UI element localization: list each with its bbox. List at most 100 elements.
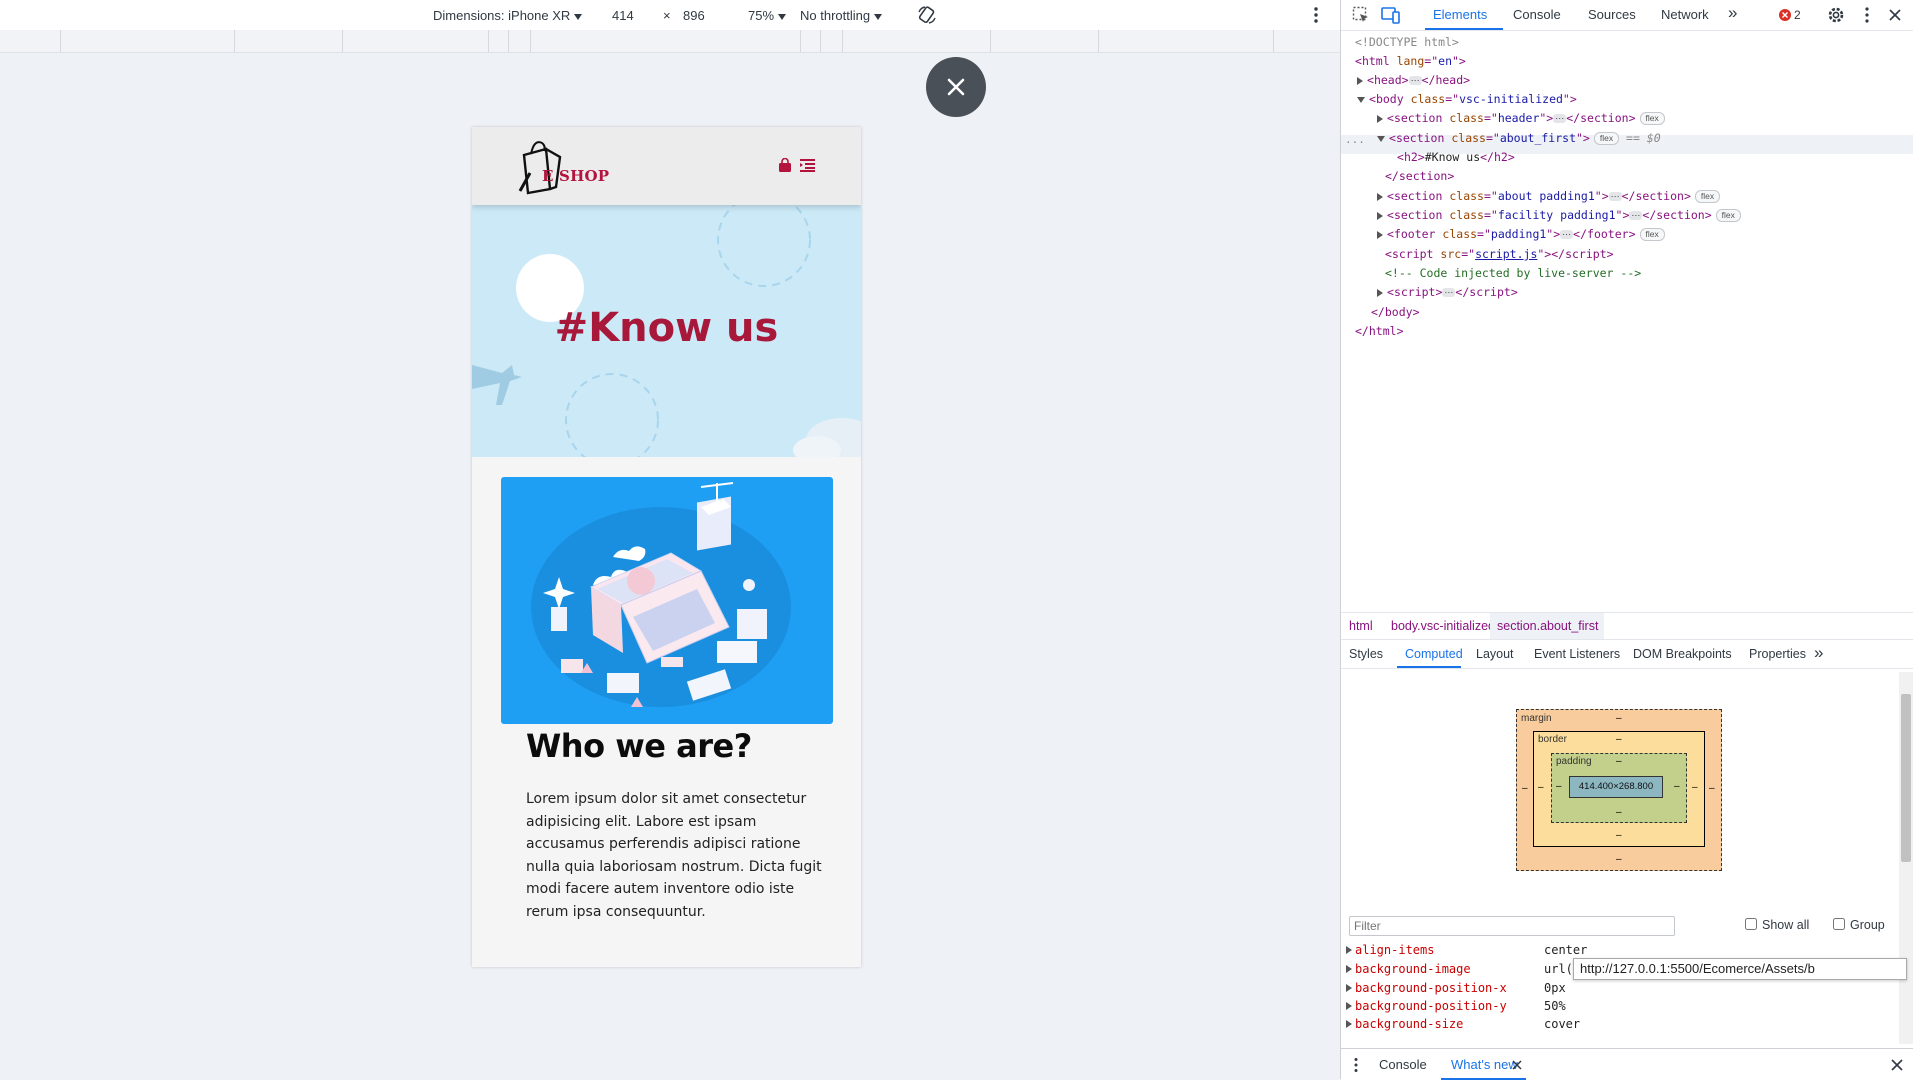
content-size[interactable]: 414.400×268.800 [1569,776,1663,798]
flex-badge[interactable]: flex [1639,228,1665,241]
dom-line-section-about[interactable]: <section class="about padding1"> ··· </sec… [1377,187,1721,207]
dom-line-footer[interactable]: <footer class="padding1"> ··· </footer> fle… [1377,225,1665,245]
script-link[interactable]: script.js [1475,247,1537,261]
flex-badge[interactable]: flex [1639,112,1665,125]
close-tab-icon[interactable] [1512,1060,1522,1070]
tab-properties[interactable]: Properties [1749,647,1806,661]
expand-arrow-icon[interactable] [1377,211,1383,220]
box-margin[interactable]: margin – – – – border – – – – padding – … [1516,709,1722,871]
gear-icon[interactable] [1827,6,1845,24]
expand-arrow-icon[interactable] [1346,1020,1352,1028]
inspect-element-icon[interactable] [1352,6,1370,24]
dimensions-label: Dimensions: iPhone XR [433,8,571,23]
dom-line-body[interactable]: <body class="vsc-initialized"> [1357,90,1577,110]
close-drawer-icon[interactable] [1891,1059,1903,1071]
dom-line-body-close[interactable]: </body> [1371,303,1420,323]
error-icon[interactable] [1779,9,1791,21]
breadcrumb-section[interactable]: section.about_first [1497,619,1598,633]
dom-line-script[interactable]: <script> ··· </script> [1377,283,1518,303]
cart-bag-icon[interactable] [778,158,792,173]
kebab-menu-icon[interactable] [1864,6,1870,24]
collapse-arrow-icon[interactable] [1377,135,1385,142]
media-query-ruler[interactable] [0,30,1340,53]
drawer-tab-whats-new[interactable]: What's new [1451,1057,1518,1072]
scrollbar-thumb[interactable] [1901,694,1911,862]
rotate-icon[interactable] [916,4,938,26]
breadcrumb-body[interactable]: body.vsc-initialized [1391,619,1495,633]
more-tabs-icon[interactable]: » [1728,3,1737,23]
dimensions-dropdown[interactable]: Dimensions: iPhone XR [433,8,583,23]
dom-line-doctype[interactable]: <!DOCTYPE html> [1355,33,1459,53]
dom-line-head[interactable]: <head> ··· </head> [1357,71,1470,91]
expand-arrow-icon[interactable] [1346,946,1352,954]
tab-elements[interactable]: Elements [1433,7,1487,22]
dom-line-h2[interactable]: <h2>#Know us</h2> [1397,148,1515,168]
shopping-bags-logo-icon[interactable] [516,135,566,197]
tab-dom-breakpoints[interactable]: DOM Breakpoints [1633,647,1732,661]
box-border[interactable]: border – – – – padding – – – – 414.400×2… [1533,731,1705,847]
tab-network[interactable]: Network [1661,7,1709,22]
flex-badge[interactable]: flex [1694,190,1721,203]
flex-badge[interactable]: flex [1715,209,1741,222]
height-input[interactable]: 896 [683,8,705,23]
tab-computed[interactable]: Computed [1405,647,1463,661]
flex-badge[interactable]: flex [1593,132,1620,145]
tab-sources[interactable]: Sources [1588,7,1636,22]
device-toggle-icon[interactable] [1381,6,1401,24]
computed-filter-input[interactable] [1349,916,1675,936]
show-all-checkbox[interactable] [1745,918,1757,930]
ellipsis-icon[interactable]: ··· [1408,76,1422,85]
ellipsis-icon[interactable]: ··· [1608,192,1622,201]
expand-arrow-icon[interactable] [1346,965,1352,973]
dom-line-html-close[interactable]: </html> [1355,322,1404,342]
ellipsis-icon[interactable]: ··· [1442,288,1456,297]
border-right-value: – [1692,782,1698,793]
more-subtabs-icon[interactable]: » [1814,643,1823,663]
computed-prop-row[interactable]: background-size cover [1341,1015,1897,1033]
expand-arrow-icon[interactable] [1346,984,1352,992]
tab-layout[interactable]: Layout [1476,647,1514,661]
prop-name: background-image [1355,962,1471,976]
dom-line-section-header[interactable]: <section class="header"> ··· </section> fle… [1377,109,1665,129]
expand-arrow-icon[interactable] [1377,288,1383,297]
dom-line-html[interactable]: <html lang="en"> [1355,52,1466,72]
margin-top-value: – [1616,713,1622,724]
expand-arrow-icon[interactable] [1357,76,1363,85]
close-button[interactable] [926,57,986,117]
width-input[interactable]: 414 [612,8,634,23]
dom-line-comment[interactable]: <!-- Code injected by live-server --> [1385,264,1641,284]
row-options-icon[interactable]: ··· [1345,133,1365,153]
error-count[interactable]: 2 [1794,8,1801,22]
group-checkbox[interactable] [1833,918,1845,930]
dom-line-section-facility[interactable]: <section class="facility padding1"> ··· </… [1377,206,1741,226]
more-options-icon[interactable] [1311,6,1321,24]
ellipsis-icon[interactable]: ··· [1560,230,1574,239]
prop-name: background-size [1355,1017,1464,1031]
expand-arrow-icon[interactable] [1377,192,1383,201]
menu-icon[interactable] [800,159,815,172]
computed-prop-row[interactable]: align-items center [1341,941,1897,959]
expand-arrow-icon[interactable] [1346,1002,1352,1010]
throttling-dropdown[interactable]: No throttling [800,8,883,23]
drawer-tab-console[interactable]: Console [1379,1057,1427,1072]
dom-line-section-about-first[interactable]: <section class="about_first"> flex == $0 [1377,129,1661,149]
dom-line-script-src[interactable]: <script src="script.js"></script> [1385,245,1614,265]
ellipsis-icon[interactable]: ··· [1553,114,1567,123]
computed-prop-row[interactable]: background-position-y 50% [1341,997,1897,1015]
computed-prop-row[interactable]: background-position-x 0px [1341,979,1897,997]
tab-styles[interactable]: Styles [1349,647,1383,661]
ellipsis-icon[interactable]: ··· [1629,211,1643,220]
expand-arrow-icon[interactable] [1377,230,1383,239]
dom-line-section-close[interactable]: </section> [1385,167,1454,187]
breadcrumb-html[interactable]: html [1349,619,1373,633]
zoom-dropdown[interactable]: 75% [748,8,787,23]
close-devtools-icon[interactable] [1889,9,1901,21]
box-padding[interactable]: padding – – – – 414.400×268.800 [1551,753,1687,823]
collapse-arrow-icon[interactable] [1357,96,1365,103]
expand-arrow-icon[interactable] [1377,114,1383,123]
drawer-menu-icon[interactable] [1353,1057,1359,1073]
border-label: border [1538,734,1567,745]
tab-console[interactable]: Console [1513,7,1561,22]
border-left-value: – [1538,782,1544,793]
tab-event-listeners[interactable]: Event Listeners [1534,647,1620,661]
